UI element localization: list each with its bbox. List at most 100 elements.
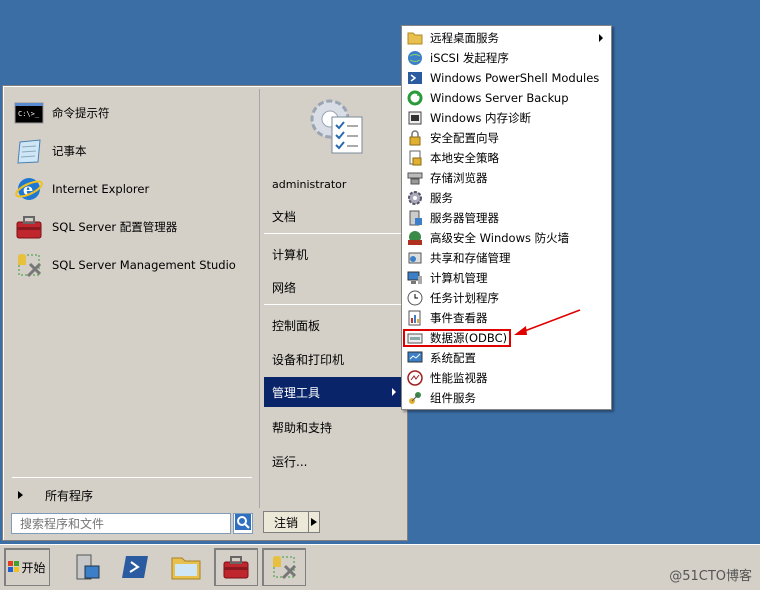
network-link[interactable]: 网络 (264, 272, 402, 302)
admin-tools-submenu: 远程桌面服务 iSCSI 发起程序 Windows PowerShell Mod… (401, 25, 612, 410)
gear-icon (406, 190, 424, 206)
devices-printers-label: 设备和打印机 (272, 352, 345, 367)
start-menu-right-pane: administrator 文档 计算机 网络 控制面板 设备和打印机 管理工具… (259, 89, 405, 508)
component-icon (406, 390, 424, 406)
user-name: administrator (272, 177, 347, 191)
annotation-arrow-icon (514, 309, 581, 335)
submenu-item-label: 本地安全策略 (430, 151, 499, 165)
control-panel-link[interactable]: 控制面板 (264, 310, 402, 340)
submenu-item-powershell-modules[interactable]: Windows PowerShell Modules (404, 68, 609, 88)
submenu-item-label: 共享和存储管理 (430, 251, 511, 265)
divider (264, 233, 402, 234)
pinned-item-ie[interactable]: e Internet Explorer (12, 172, 252, 206)
taskbar-sql-config[interactable] (214, 548, 258, 586)
logoff-button[interactable]: 注销 (263, 511, 309, 533)
server-manager-icon (76, 554, 100, 580)
submenu-item-computer-management[interactable]: 计算机管理 (404, 268, 609, 288)
ssms-icon (12, 250, 46, 280)
toolbox-icon (223, 556, 249, 579)
submenu-item-label: 高级安全 Windows 防火墙 (430, 231, 570, 245)
admin-tools-link[interactable]: 管理工具 (264, 377, 402, 407)
annotation-highlight-box (403, 329, 511, 347)
submenu-item-storage-explorer[interactable]: 存储浏览器 (404, 168, 609, 188)
admin-tools-picture-icon (310, 99, 363, 154)
submenu-item-label: 组件服务 (430, 391, 476, 405)
taskbar-powershell[interactable] (114, 548, 158, 586)
taskbar-ssms[interactable] (262, 548, 306, 586)
globe-icon (406, 50, 424, 66)
pinned-item-notepad[interactable]: 记事本 (12, 134, 252, 168)
pinned-item-label: 记事本 (52, 144, 87, 158)
toolbox-icon (12, 212, 46, 242)
chevron-right-icon (392, 388, 396, 396)
chevron-right-icon (18, 491, 23, 499)
divider (264, 304, 402, 305)
submenu-item-label: 系统配置 (430, 351, 476, 365)
pinned-item-label: Internet Explorer (52, 182, 150, 196)
submenu-item-server-backup[interactable]: Windows Server Backup (404, 88, 609, 108)
pinned-item-label: SQL Server 配置管理器 (52, 220, 178, 234)
submenu-item-share-storage[interactable]: 共享和存储管理 (404, 248, 609, 268)
all-programs-button[interactable]: 所有程序 (14, 485, 254, 505)
submenu-item-label: 服务 (430, 191, 453, 205)
submenu-item-remote-desktop[interactable]: 远程桌面服务 (404, 28, 609, 48)
search-input[interactable] (11, 513, 231, 534)
start-label: 开始 (21, 560, 46, 575)
taskbar-explorer[interactable] (164, 548, 208, 586)
windows-logo-icon (8, 561, 20, 572)
notepad-icon (12, 136, 46, 166)
submenu-item-server-manager[interactable]: 服务器管理器 (404, 208, 609, 228)
perf-icon (406, 370, 424, 386)
submenu-item-label: 任务计划程序 (430, 291, 499, 305)
submenu-item-memory-diagnostic[interactable]: Windows 内存诊断 (404, 108, 609, 128)
clock-icon (406, 290, 424, 306)
search-button[interactable] (233, 513, 253, 534)
submenu-item-label: iSCSI 发起程序 (430, 51, 509, 65)
pinned-item-ssms[interactable]: SQL Server Management Studio (12, 248, 252, 282)
config-icon (406, 350, 424, 366)
documents-label: 文档 (272, 209, 297, 224)
submenu-item-services[interactable]: 服务 (404, 188, 609, 208)
svg-text:C:\>_: C:\>_ (18, 110, 40, 118)
watermark: @51CTO博客 (669, 569, 752, 584)
submenu-item-security-config-wizard[interactable]: 安全配置向导 (404, 128, 609, 148)
submenu-item-label: 远程桌面服务 (430, 31, 499, 45)
submenu-item-label: 计算机管理 (430, 271, 488, 285)
taskbar-server-manager[interactable] (64, 548, 108, 586)
pinned-item-label: 命令提示符 (52, 106, 110, 120)
start-menu: C:\>_ 命令提示符 记事本 e Internet Explorer SQL … (2, 85, 408, 541)
user-picture (304, 93, 368, 157)
submenu-item-perf-monitor[interactable]: 性能监视器 (404, 368, 609, 388)
user-name-link[interactable]: administrator (264, 169, 402, 199)
server-icon (406, 210, 424, 226)
powershell-icon (406, 70, 424, 86)
backup-icon (406, 90, 424, 106)
lock-icon (406, 130, 424, 146)
submenu-item-system-config[interactable]: 系统配置 (404, 348, 609, 368)
documents-link[interactable]: 文档 (264, 201, 402, 231)
computer-icon (406, 270, 424, 286)
event-icon (406, 310, 424, 326)
submenu-item-local-security-policy[interactable]: 本地安全策略 (404, 148, 609, 168)
run-label: 运行... (272, 454, 308, 469)
run-link[interactable]: 运行... (264, 446, 402, 476)
submenu-item-firewall[interactable]: 高级安全 Windows 防火墙 (404, 228, 609, 248)
computer-link[interactable]: 计算机 (264, 239, 402, 269)
chevron-right-icon (599, 34, 603, 42)
start-menu-left-pane: C:\>_ 命令提示符 记事本 e Internet Explorer SQL … (6, 89, 258, 508)
submenu-item-component-services[interactable]: 组件服务 (404, 388, 609, 408)
policy-icon (406, 150, 424, 166)
shutdown-options-button[interactable] (308, 511, 320, 533)
folder-icon (406, 30, 424, 46)
pinned-item-sql-config[interactable]: SQL Server 配置管理器 (12, 210, 252, 244)
devices-printers-link[interactable]: 设备和打印机 (264, 344, 402, 374)
submenu-item-label: 安全配置向导 (430, 131, 499, 145)
explorer-icon (171, 557, 201, 580)
start-button[interactable]: 开始 (4, 548, 50, 586)
submenu-item-label: Windows Server Backup (430, 91, 569, 105)
cmd-icon: C:\>_ (12, 98, 46, 128)
pinned-item-cmd[interactable]: C:\>_ 命令提示符 (12, 96, 252, 130)
help-support-link[interactable]: 帮助和支持 (264, 412, 402, 442)
submenu-item-iscsi[interactable]: iSCSI 发起程序 (404, 48, 609, 68)
submenu-item-label: 服务器管理器 (430, 211, 499, 225)
